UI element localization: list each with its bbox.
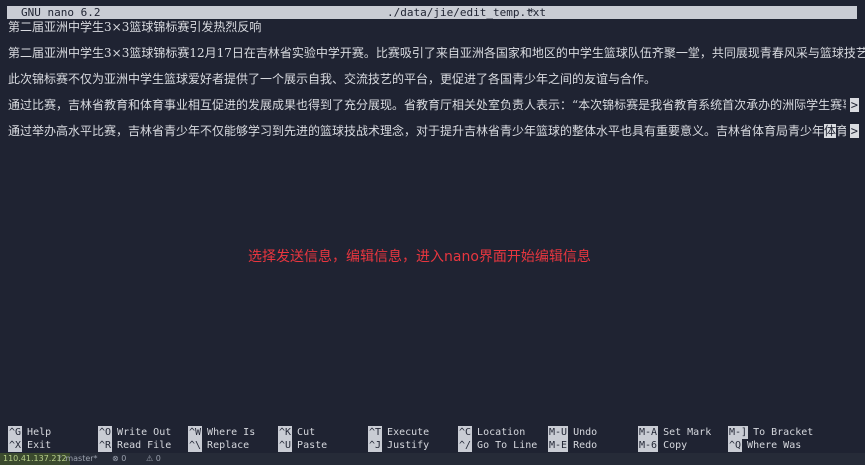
shortcut-paste[interactable]: ^U Paste [278, 439, 327, 452]
shortcut-cut[interactable]: ^K Cut [278, 426, 315, 439]
shortcut-go-to-line[interactable]: ^/Go To Line [458, 439, 537, 452]
terminal-window: GNU nano 6.2 ./data/jie/edit_temp.txt * … [0, 0, 865, 465]
shortcut-redo[interactable]: M-E Redo [548, 439, 597, 452]
git-branch[interactable]: ᚠ master* [58, 453, 98, 465]
editor-line-current[interactable]: 通过举办高水平比赛，吉林省青少年不仅能够学习到先进的篮球技战术理念，对于提升吉林… [8, 124, 846, 138]
error-count[interactable]: ⊗ 0 [112, 453, 126, 465]
editor-line[interactable]: 此次锦标赛不仅为亚洲中学生篮球爱好者提供了一个展示自我、交流技艺的平台，更促进了… [8, 72, 656, 86]
shortcut-read-file[interactable]: ^R Read File [98, 439, 171, 452]
shortcut-write-out[interactable]: ^O Write Out [98, 426, 171, 439]
shortcut-help[interactable]: ^G Help [8, 426, 51, 439]
editor-line[interactable]: 第二届亚洲中学生3×3篮球锦标赛12月17日在吉林省实验中学开赛。比赛吸引了来自… [8, 46, 865, 60]
app-name: GNU nano 6.2 [21, 6, 101, 19]
shortcut-to-bracket[interactable]: M-] To Bracket [728, 426, 813, 439]
shortcut-bar: ^G Help ^X Exit ^O Write Out ^R Read File ^W… [0, 426, 865, 452]
line-text: 通过举办高水平比赛，吉林省青少年不仅能够学习到先进的篮球技战术理念，对于提升吉林… [8, 124, 825, 138]
error-icon: ⊗ [112, 454, 122, 463]
text-cursor: 体 [824, 124, 837, 138]
shortcut-location[interactable]: ^C Location [458, 426, 525, 439]
nano-title-bar: GNU nano 6.2 ./data/jie/edit_temp.txt * [7, 6, 857, 19]
modified-indicator: * [528, 6, 535, 19]
shortcut-set-mark[interactable]: M-A Set Mark [638, 426, 711, 439]
shortcut-execute[interactable]: ^T Execute [368, 426, 429, 439]
shortcut-replace[interactable]: ^\ Replace [188, 439, 249, 452]
line-overflow-marker: > [849, 98, 859, 112]
instruction-annotation: 选择发送信息，编辑信息，进入nano界面开始编辑信息 [248, 249, 591, 265]
warning-icon: ⚠ [146, 454, 156, 463]
shortcut-justify[interactable]: ^J Justify [368, 439, 429, 452]
shortcut-where-was[interactable]: ^Q Where Was [728, 439, 801, 452]
line-overflow-marker: > [849, 124, 859, 138]
status-bar: 110.41.137.212 ᚠ master* ⊗ 0 ⚠ 0 [0, 453, 865, 465]
editor-line-title[interactable]: 第二届亚洲中学生3×3篮球锦标赛引发热烈反响 [8, 20, 261, 34]
warning-count[interactable]: ⚠ 0 [146, 453, 161, 465]
shortcut-exit[interactable]: ^X Exit [8, 439, 51, 452]
shortcut-undo[interactable]: M-U Undo [548, 426, 597, 439]
file-path: ./data/jie/edit_temp.txt [387, 6, 546, 19]
shortcut-where-is[interactable]: ^W Where Is [188, 426, 255, 439]
line-text-after-cursor: 育处处长李崇 [836, 124, 846, 138]
editor-line[interactable]: 通过比赛，吉林省教育和体育事业相互促进的发展成果也得到了充分展现。省教育厅相关处… [8, 98, 846, 112]
shortcut-copy[interactable]: M-6 Copy [638, 439, 687, 452]
